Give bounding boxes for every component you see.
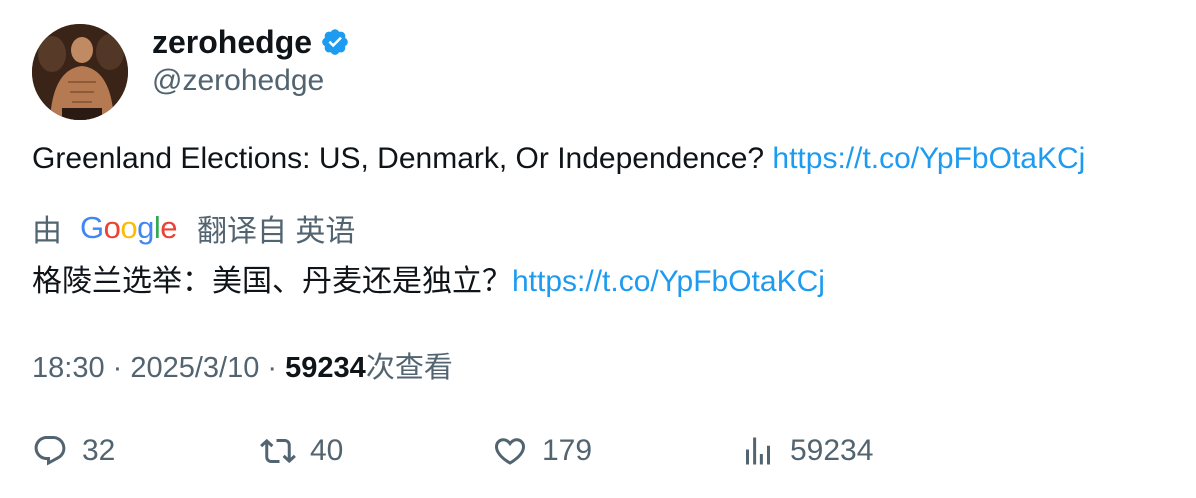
tweet-meta: 18:30 · 2025/3/10 · 59234次查看	[32, 344, 453, 386]
retweet-icon	[260, 438, 296, 464]
action-bar: 32 40 179 59234	[32, 428, 1162, 474]
tweet-body: Greenland Elections: US, Denmark, Or Ind…	[32, 142, 773, 175]
reply-count: 32	[82, 434, 116, 467]
like-button[interactable]: 179	[492, 428, 592, 474]
views-count: 59234	[285, 352, 366, 384]
tweet-link[interactable]: https://t.co/YpFbOtaKCj	[772, 142, 1085, 175]
translated-text: 格陵兰选举：美国、丹麦还是独立？https://t.co/YpFbOtaKCj	[32, 256, 825, 300]
display-name[interactable]: zerohedge	[152, 24, 312, 61]
translated-body: 格陵兰选举：美国、丹麦还是独立？	[32, 265, 512, 298]
meta-separator: ·	[104, 352, 131, 384]
views-label: 次查看	[365, 352, 453, 384]
heart-icon	[494, 438, 526, 465]
tweet-time[interactable]: 18:30	[32, 352, 105, 384]
retweet-button[interactable]: 40	[260, 428, 343, 474]
retweet-count: 40	[310, 434, 344, 467]
translated-by-label: 由	[32, 215, 62, 248]
translated-from-label[interactable]: 翻译自 英语	[197, 206, 355, 250]
views-button[interactable]: 59234	[740, 428, 873, 474]
reply-button[interactable]: 32	[32, 428, 115, 474]
handle[interactable]: @zerohedge	[152, 64, 324, 98]
translation-attribution: 由 Google 翻译自 英语	[32, 206, 355, 250]
like-count: 179	[542, 434, 593, 467]
translated-link[interactable]: https://t.co/YpFbOtaKCj	[512, 265, 825, 298]
reply-icon	[34, 436, 66, 466]
verified-badge-icon	[320, 27, 350, 57]
avatar-image	[32, 24, 128, 120]
author-name-row: zerohedge	[152, 22, 350, 62]
meta-separator: ·	[259, 352, 286, 384]
tweet-text: Greenland Elections: US, Denmark, Or Ind…	[32, 142, 1085, 176]
views-action-count: 59234	[790, 434, 874, 467]
avatar[interactable]	[32, 24, 128, 120]
analytics-icon	[746, 437, 770, 465]
tweet-date[interactable]: 2025/3/10	[130, 352, 259, 384]
google-logo: Google	[80, 210, 178, 245]
